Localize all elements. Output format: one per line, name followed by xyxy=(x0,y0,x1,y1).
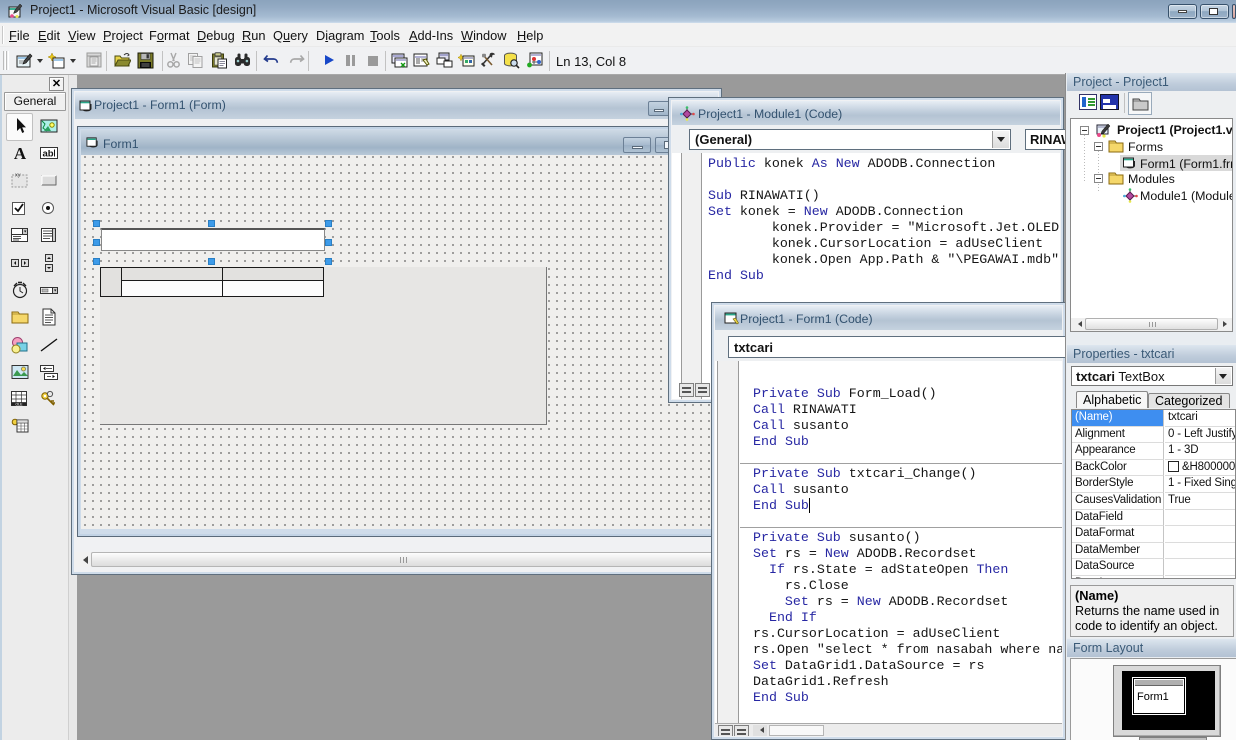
svg-text:A: A xyxy=(14,144,27,162)
svg-text:xy: xy xyxy=(15,173,21,179)
svg-text:ab: ab xyxy=(42,149,53,160)
svg-text:OLE: OLE xyxy=(15,402,23,406)
